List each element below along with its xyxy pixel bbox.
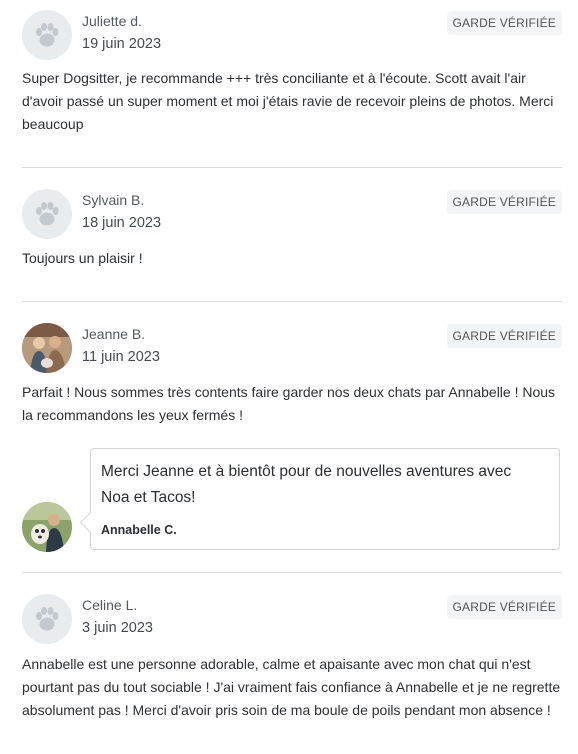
avatar[interactable] — [22, 323, 72, 373]
reply-text: Merci Jeanne et à bientôt pour de nouvel… — [101, 463, 512, 506]
review-author[interactable]: Celine L. — [82, 597, 137, 613]
verified-badge: GARDE VÉRIFIÉE — [446, 190, 562, 214]
review-date: 19 juin 2023 — [82, 36, 162, 52]
host-photo — [22, 502, 72, 552]
review-text: Annabelle est une personne adorable, cal… — [22, 656, 561, 718]
verified-badge: GARDE VÉRIFIÉE — [446, 595, 562, 619]
reply-avatar[interactable] — [22, 502, 72, 552]
reply-pointer — [79, 511, 102, 534]
paw-icon — [22, 10, 72, 60]
host-reply: Merci Jeanne et à bientôt pour de nouvel… — [79, 448, 560, 550]
review-date: 3 juin 2023 — [82, 620, 153, 636]
verified-badge: GARDE VÉRIFIÉE — [446, 11, 562, 35]
paw-icon — [22, 189, 72, 239]
review-divider — [22, 301, 562, 302]
avatar — [22, 189, 72, 239]
avatar — [22, 10, 72, 60]
avatar — [22, 594, 72, 644]
review-author[interactable]: Juliette d. — [82, 13, 142, 29]
verified-badge: GARDE VÉRIFIÉE — [446, 324, 562, 348]
user-photo — [22, 323, 72, 373]
reply-author: Annabelle C. — [101, 523, 177, 537]
review-date: 11 juin 2023 — [82, 349, 160, 365]
paw-icon — [22, 594, 72, 644]
review-text: Super Dogsitter, je recommande +++ très … — [22, 70, 554, 132]
review-text: Toujours un plaisir ! — [22, 250, 143, 266]
review-text: Parfait ! Nous sommes très contents fair… — [22, 384, 556, 423]
review-divider — [22, 572, 562, 573]
review-divider — [22, 167, 562, 168]
review-author[interactable]: Jeanne B. — [82, 326, 145, 342]
review-author[interactable]: Sylvain B. — [82, 192, 144, 208]
review-date: 18 juin 2023 — [82, 215, 162, 231]
